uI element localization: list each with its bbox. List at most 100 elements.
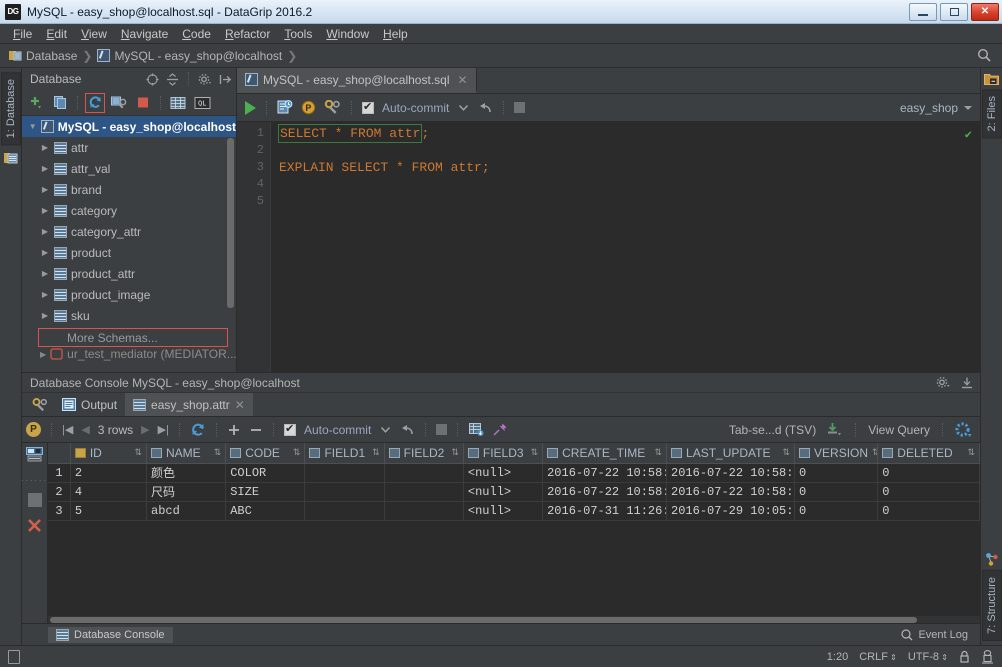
- sidebar-item-files[interactable]: 2: Files: [981, 89, 1002, 139]
- dump-data-icon[interactable]: [826, 422, 843, 437]
- cell-code[interactable]: COLOR: [225, 463, 306, 483]
- menu-help[interactable]: Help: [376, 25, 415, 43]
- run-icon[interactable]: [245, 100, 256, 115]
- chevron-right-icon[interactable]: ▶: [40, 227, 50, 236]
- cell-code[interactable]: SIZE: [225, 482, 306, 502]
- settings-icon[interactable]: [936, 376, 950, 389]
- maximize-button[interactable]: [940, 2, 968, 21]
- collapse-all-icon[interactable]: [166, 72, 179, 86]
- encoding-selector[interactable]: UTF-8 ⇕: [908, 651, 948, 663]
- pin-tab-icon[interactable]: [492, 422, 508, 437]
- sidebar-item-database[interactable]: 1: Database: [0, 72, 21, 146]
- menu-tools[interactable]: Tools: [277, 25, 319, 43]
- hide-icon[interactable]: [219, 73, 232, 86]
- more-schemas-button[interactable]: More Schemas...: [38, 328, 228, 347]
- prev-page-button[interactable]: ◀: [81, 423, 89, 436]
- last-page-button[interactable]: ▶|: [158, 423, 169, 436]
- chevron-right-icon[interactable]: ▶: [40, 311, 50, 320]
- cell-field3[interactable]: <null>: [463, 482, 544, 502]
- chevron-down-icon[interactable]: [457, 101, 470, 114]
- sort-icon[interactable]: ⇅: [372, 447, 380, 458]
- caret-position[interactable]: 1:20: [827, 651, 848, 663]
- event-log-button[interactable]: Event Log: [901, 629, 968, 641]
- cell-code[interactable]: ABC: [225, 501, 306, 521]
- cell-field2[interactable]: [384, 501, 464, 521]
- close-icon[interactable]: ✕: [458, 73, 468, 87]
- sidebar-item-structure[interactable]: 7: Structure: [981, 570, 1002, 641]
- run-history-icon[interactable]: [277, 100, 293, 115]
- column-header-field3[interactable]: FIELD3 ⇅: [463, 443, 544, 464]
- column-header-field1[interactable]: FIELD1 ⇅: [304, 443, 385, 464]
- cell-last-update[interactable]: 2016-07-22 10:58:09: [666, 463, 796, 483]
- lock-icon[interactable]: [959, 650, 970, 663]
- export-format-label[interactable]: Tab-se...d (TSV): [729, 423, 816, 437]
- settings-icon[interactable]: [198, 73, 212, 86]
- cell-deleted[interactable]: 0: [877, 463, 980, 483]
- column-header-version[interactable]: VERSION⇅: [794, 443, 879, 464]
- cell-id[interactable]: 4: [70, 482, 148, 502]
- console-tab-output[interactable]: Output: [54, 393, 125, 416]
- remove-row-button[interactable]: [249, 423, 263, 437]
- first-page-button[interactable]: |◀: [62, 423, 73, 436]
- cell-create-time[interactable]: 2016-07-31 11:26:49: [542, 501, 668, 521]
- grid-horizontal-scrollbar[interactable]: [48, 615, 980, 623]
- add-row-button[interactable]: [227, 423, 241, 437]
- breadcrumb-item-database[interactable]: Database: [6, 49, 80, 63]
- chevron-right-icon[interactable]: ▶: [40, 164, 50, 173]
- menu-view[interactable]: View: [74, 25, 114, 43]
- data-source-properties-icon[interactable]: [110, 94, 128, 112]
- cell-last-update[interactable]: 2016-07-29 10:05:05: [666, 501, 796, 521]
- menu-file[interactable]: File: [6, 25, 39, 43]
- stop-icon[interactable]: [514, 102, 526, 113]
- column-header-id[interactable]: ID ⇅: [70, 443, 148, 464]
- chevron-down-icon[interactable]: ▼: [28, 122, 37, 131]
- console-properties-icon[interactable]: [26, 393, 54, 416]
- rollback-icon[interactable]: [400, 423, 415, 437]
- result-auto-commit-checkbox[interactable]: [283, 422, 296, 436]
- cell-id[interactable]: 2: [70, 463, 148, 483]
- hector-icon[interactable]: [981, 649, 994, 664]
- sort-icon[interactable]: ⇅: [451, 447, 459, 458]
- sort-icon[interactable]: ⇅: [531, 447, 539, 458]
- tree-item-product-image[interactable]: ▶ product_image: [22, 284, 236, 305]
- sort-icon[interactable]: ⇅: [214, 447, 222, 458]
- cancel-icon[interactable]: [26, 517, 43, 534]
- editor-tab-sql[interactable]: MySQL - easy_shop@localhost.sql ✕: [237, 68, 477, 93]
- table-row[interactable]: 2 4 尺码 SIZE <null> 2016-07-22 10:58:52 2…: [48, 482, 980, 502]
- cell-create-time[interactable]: 2016-07-22 10:58:09: [542, 463, 668, 483]
- column-header-code[interactable]: CODE ⇅: [225, 443, 306, 464]
- stop-icon[interactable]: [134, 94, 152, 112]
- table-row[interactable]: 3 5 abcd ABC <null> 2016-07-31 11:26:49 …: [48, 501, 980, 521]
- cell-id[interactable]: 5: [70, 501, 148, 521]
- line-separator-selector[interactable]: CRLF ⇕: [859, 651, 897, 663]
- add-data-source-icon[interactable]: [27, 94, 45, 112]
- cell-field2[interactable]: [384, 463, 464, 483]
- cell-field2[interactable]: [384, 482, 464, 502]
- tree-item-category[interactable]: ▶ category: [22, 200, 236, 221]
- cell-field1[interactable]: [304, 501, 385, 521]
- sort-icon[interactable]: ⇅: [782, 447, 790, 458]
- sql-editor[interactable]: 1 2 3 4 5 SELECT * FROM attr; EXPLAIN SE…: [237, 122, 980, 372]
- chevron-right-icon[interactable]: ▶: [40, 290, 50, 299]
- close-icon[interactable]: ✕: [235, 398, 245, 412]
- cell-field1[interactable]: [304, 482, 385, 502]
- tree-item-attr-val[interactable]: ▶ attr_val: [22, 158, 236, 179]
- stop-icon[interactable]: [27, 493, 42, 507]
- tree-item-mediator[interactable]: ▶ ur_test_mediator (MEDIATOR...: [22, 347, 236, 361]
- tree-item-brand[interactable]: ▶ brand: [22, 179, 236, 200]
- synchronize-icon[interactable]: [85, 92, 105, 113]
- database-icon[interactable]: [3, 151, 18, 165]
- column-header-deleted[interactable]: DELETED ⇅: [877, 443, 980, 464]
- sort-icon[interactable]: ⇅: [134, 447, 142, 458]
- table-view-icon[interactable]: [26, 447, 43, 463]
- result-grid[interactable]: ID ⇅ NAME ⇅ CODE ⇅ FIELD1 ⇅ FIELD2 ⇅ FIELD3 ⇅ …: [48, 443, 980, 623]
- cell-field3[interactable]: <null>: [463, 463, 544, 483]
- auto-commit-checkbox[interactable]: [362, 100, 374, 114]
- menu-navigate[interactable]: Navigate: [114, 25, 175, 43]
- tree-item-category-attr[interactable]: ▶ category_attr: [22, 221, 236, 242]
- cell-name[interactable]: abcd: [146, 501, 227, 521]
- cell-name[interactable]: 尺码: [146, 482, 227, 502]
- menu-code[interactable]: Code: [175, 25, 218, 43]
- settings-icon[interactable]: [955, 421, 972, 438]
- tree-item-datasource[interactable]: ▼ MySQL - easy_shop@localhost: [22, 116, 236, 137]
